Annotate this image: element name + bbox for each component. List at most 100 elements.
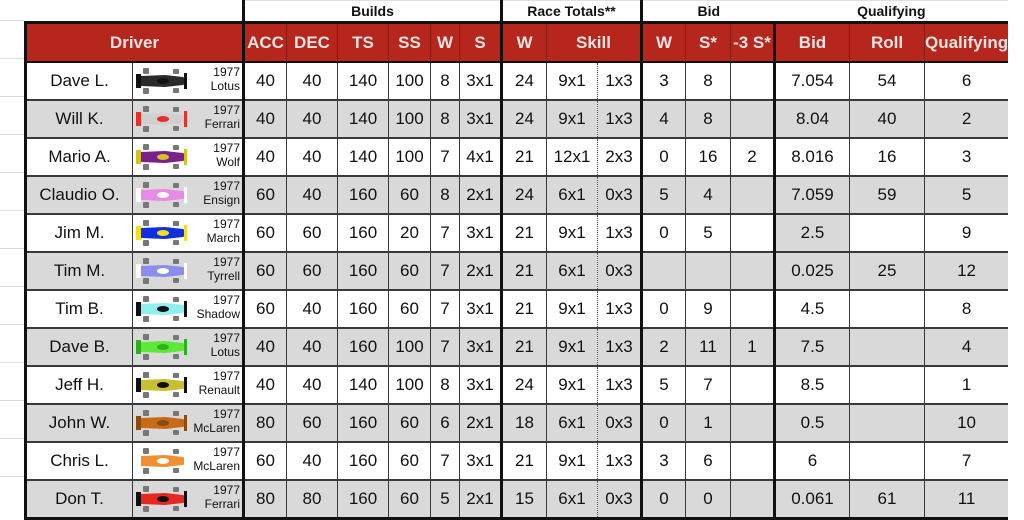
car-cell[interactable]: 1977 McLaren <box>132 404 244 443</box>
roll-cell[interactable]: 25 <box>849 252 925 291</box>
col-header-skill[interactable]: Skill <box>546 21 642 63</box>
car-cell[interactable]: 1977 Wolf <box>132 138 244 177</box>
acc-cell[interactable]: 40 <box>242 100 287 139</box>
driver-name-cell[interactable]: Chris L. <box>24 442 133 481</box>
qualifying-cell[interactable]: 7 <box>924 442 1009 481</box>
skill-b-cell[interactable]: 1x3 <box>597 328 642 367</box>
col-header-roll[interactable]: Roll <box>849 21 925 63</box>
ss-cell[interactable]: 60 <box>388 176 431 215</box>
qualifying-cell[interactable]: 9 <box>924 214 1009 253</box>
dec-cell[interactable]: 40 <box>286 100 338 139</box>
race-w-cell[interactable]: 21 <box>500 442 547 481</box>
skill-b-cell[interactable]: 1x3 <box>597 442 642 481</box>
s-cell[interactable]: 3x1 <box>459 214 502 253</box>
bid-cell[interactable]: 0.5 <box>773 404 850 443</box>
driver-name-cell[interactable]: Mario A. <box>24 138 133 177</box>
s-cell[interactable]: 3x1 <box>459 366 502 405</box>
driver-name-cell[interactable]: John W. <box>24 404 133 443</box>
skill-b-cell[interactable]: 0x3 <box>597 252 642 291</box>
ts-cell[interactable]: 140 <box>337 62 389 101</box>
acc-cell[interactable]: 80 <box>242 404 287 443</box>
qualifying-cell[interactable]: 10 <box>924 404 1009 443</box>
minus3-s-cell[interactable]: 2 <box>730 138 775 177</box>
ss-cell[interactable]: 60 <box>388 442 431 481</box>
minus3-s-cell[interactable] <box>730 290 775 329</box>
ts-cell[interactable]: 160 <box>337 404 389 443</box>
w-cell[interactable]: 7 <box>430 138 460 177</box>
s-cell[interactable]: 3x1 <box>459 328 502 367</box>
w-cell[interactable]: 7 <box>430 252 460 291</box>
s-cell[interactable]: 2x1 <box>459 480 502 520</box>
race-w-cell[interactable]: 24 <box>500 100 547 139</box>
skill-b-cell[interactable]: 0x3 <box>597 176 642 215</box>
ss-cell[interactable]: 100 <box>388 100 431 139</box>
roll-cell[interactable]: 59 <box>849 176 925 215</box>
w-cell[interactable]: 8 <box>430 176 460 215</box>
car-cell[interactable]: 1977 Ferrari <box>132 100 244 139</box>
s-cell[interactable]: 3x1 <box>459 290 502 329</box>
skill-a-cell[interactable]: 9x1 <box>546 442 598 481</box>
dec-cell[interactable]: 80 <box>286 480 338 520</box>
dec-cell[interactable]: 40 <box>286 290 338 329</box>
acc-cell[interactable]: 40 <box>242 62 287 101</box>
col-header-race-w[interactable]: W <box>500 21 547 63</box>
acc-cell[interactable]: 60 <box>242 290 287 329</box>
skill-b-cell[interactable]: 1x3 <box>597 100 642 139</box>
minus3-s-cell[interactable] <box>730 366 775 405</box>
col-header-w[interactable]: W <box>430 21 460 63</box>
bid-s-cell[interactable]: 7 <box>685 366 731 405</box>
ss-cell[interactable]: 100 <box>388 328 431 367</box>
qualifying-cell[interactable]: 5 <box>924 176 1009 215</box>
driver-name-cell[interactable]: Tim B. <box>24 290 133 329</box>
col-header-minus3-s[interactable]: -3 S* <box>730 21 775 63</box>
bid-s-cell[interactable]: 0 <box>685 480 731 520</box>
dec-cell[interactable]: 60 <box>286 404 338 443</box>
driver-name-cell[interactable]: Don T. <box>24 480 133 520</box>
dec-cell[interactable]: 40 <box>286 328 338 367</box>
acc-cell[interactable]: 40 <box>242 138 287 177</box>
car-cell[interactable]: 1977 Lotus <box>132 328 244 367</box>
race-w-cell[interactable]: 24 <box>500 366 547 405</box>
bid-w-cell[interactable]: 0 <box>640 138 686 177</box>
bid-w-cell[interactable]: 5 <box>640 176 686 215</box>
bid-cell[interactable]: 0.025 <box>773 252 850 291</box>
ss-cell[interactable]: 100 <box>388 138 431 177</box>
car-cell[interactable]: 1977 McLaren <box>132 442 244 481</box>
bid-w-cell[interactable] <box>640 252 686 291</box>
bid-s-cell[interactable]: 5 <box>685 214 731 253</box>
ts-cell[interactable]: 160 <box>337 214 389 253</box>
skill-a-cell[interactable]: 9x1 <box>546 100 598 139</box>
bid-cell[interactable]: 7.059 <box>773 176 850 215</box>
w-cell[interactable]: 8 <box>430 100 460 139</box>
bid-cell[interactable]: 2.5 <box>773 214 850 253</box>
acc-cell[interactable]: 60 <box>242 252 287 291</box>
dec-cell[interactable]: 40 <box>286 176 338 215</box>
bid-w-cell[interactable]: 3 <box>640 442 686 481</box>
skill-b-cell[interactable]: 1x3 <box>597 290 642 329</box>
roll-cell[interactable]: 54 <box>849 62 925 101</box>
dec-cell[interactable]: 40 <box>286 138 338 177</box>
roll-cell[interactable] <box>849 404 925 443</box>
skill-a-cell[interactable]: 9x1 <box>546 290 598 329</box>
minus3-s-cell[interactable]: 1 <box>730 328 775 367</box>
bid-s-cell[interactable]: 11 <box>685 328 731 367</box>
bid-w-cell[interactable]: 0 <box>640 290 686 329</box>
col-header-bid-s[interactable]: S* <box>685 21 731 63</box>
bid-s-cell[interactable]: 1 <box>685 404 731 443</box>
bid-w-cell[interactable]: 5 <box>640 366 686 405</box>
qualifying-cell[interactable]: 4 <box>924 328 1009 367</box>
acc-cell[interactable]: 60 <box>242 442 287 481</box>
skill-a-cell[interactable]: 6x1 <box>546 480 598 520</box>
bid-w-cell[interactable]: 0 <box>640 404 686 443</box>
ts-cell[interactable]: 160 <box>337 176 389 215</box>
skill-a-cell[interactable]: 9x1 <box>546 366 598 405</box>
bid-cell[interactable]: 7.054 <box>773 62 850 101</box>
col-header-driver[interactable]: Driver <box>24 21 244 63</box>
bid-cell[interactable]: 8.5 <box>773 366 850 405</box>
ss-cell[interactable]: 60 <box>388 404 431 443</box>
ss-cell[interactable]: 100 <box>388 366 431 405</box>
bid-s-cell[interactable]: 6 <box>685 442 731 481</box>
w-cell[interactable]: 7 <box>430 442 460 481</box>
car-cell[interactable]: 1977 Renault <box>132 366 244 405</box>
skill-b-cell[interactable]: 1x3 <box>597 214 642 253</box>
